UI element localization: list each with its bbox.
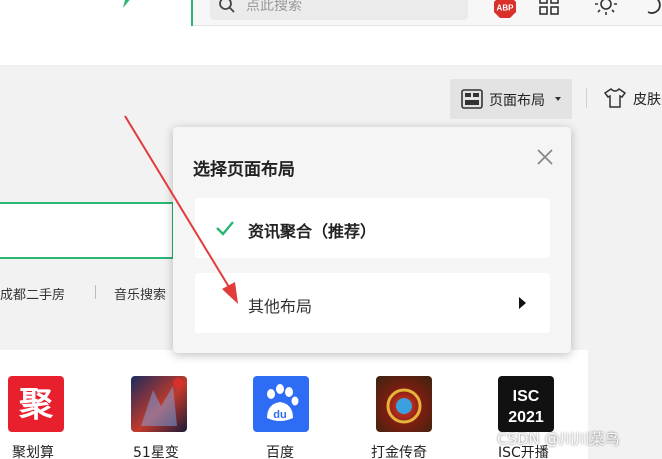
tile-label[interactable]: 聚划算 <box>12 442 54 459</box>
search-placeholder: 点此搜索 <box>246 0 302 14</box>
chevron-right-icon <box>519 297 526 309</box>
undo-icon[interactable] <box>644 0 662 16</box>
caret-down-icon <box>555 97 561 101</box>
svg-text:ISC: ISC <box>513 388 540 405</box>
search-icon <box>219 0 235 13</box>
search-input[interactable]: 点此搜索 <box>210 0 468 20</box>
browser-toolbar: 点此搜索 ABP <box>0 0 662 34</box>
layout-option-other[interactable]: 其他布局 <box>195 273 550 333</box>
main-search-field[interactable] <box>0 202 174 259</box>
tile-label[interactable]: 51星变 <box>133 442 179 459</box>
game-51xingbian-tile-icon[interactable] <box>131 376 187 432</box>
check-icon <box>216 221 234 236</box>
page-layout-label: 页面布局 <box>489 93 545 109</box>
tile-label[interactable]: 打金传奇 <box>371 442 427 459</box>
chevron-down-icon[interactable] <box>149 0 165 2</box>
divider <box>95 285 96 299</box>
game-dajin-tile-icon[interactable] <box>376 376 432 432</box>
watermark: CSDN @川川菜鸟 <box>497 430 620 448</box>
option-label: 资讯聚合（推荐） <box>248 222 377 241</box>
brightness-icon[interactable] <box>594 0 618 16</box>
page-layout-button[interactable]: 页面布局 <box>450 79 572 119</box>
juhuasuan-tile-icon[interactable]: 聚 <box>8 376 64 432</box>
abp-label: ABP <box>497 4 515 13</box>
layout-select-popup: 选择页面布局 资讯聚合（推荐） 其他布局 <box>173 127 571 353</box>
baidu-tile-icon[interactable]: du <box>253 376 309 432</box>
lightning-icon[interactable] <box>119 0 133 8</box>
skin-button-label[interactable]: 皮肤 <box>633 89 661 109</box>
quick-link-item[interactable]: 成都二手房 <box>0 284 65 303</box>
apps-grid-icon[interactable] <box>538 0 560 16</box>
tile-label[interactable]: 百度 <box>266 442 294 459</box>
svg-text:2021: 2021 <box>508 409 544 426</box>
tile-glyph: du <box>273 409 286 421</box>
shirt-icon[interactable] <box>604 88 626 108</box>
popup-title: 选择页面布局 <box>193 160 295 180</box>
close-icon[interactable] <box>535 147 555 167</box>
adblock-plus-icon[interactable]: ABP <box>493 0 517 19</box>
quick-link-item[interactable]: 音乐搜索 <box>114 284 166 303</box>
page-header-band <box>0 26 662 66</box>
tile-glyph: 聚 <box>18 385 54 425</box>
option-label: 其他布局 <box>248 297 313 316</box>
layout-icon <box>461 89 483 109</box>
divider <box>586 88 587 108</box>
isc-tile-icon[interactable]: ISC 2021 <box>498 376 554 432</box>
layout-option-news[interactable]: 资讯聚合（推荐） <box>195 198 550 258</box>
